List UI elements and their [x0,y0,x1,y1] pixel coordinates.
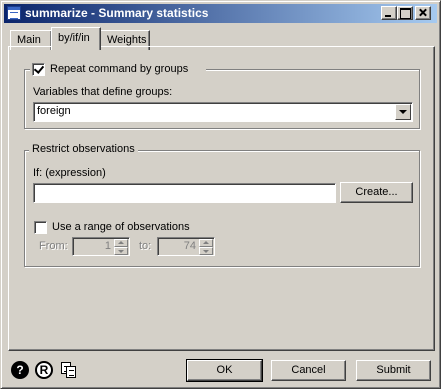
use-range-checkbox[interactable] [34,221,47,234]
spin-down-icon[interactable] [114,247,128,255]
help-icon[interactable]: ? [11,361,29,379]
app-icon [7,6,21,20]
title-bar[interactable]: summarize - Summary statistics [4,4,437,23]
reset-icon[interactable]: R [35,361,53,379]
create-button[interactable]: Create... [340,182,413,203]
to-value: 74 [183,240,196,252]
spin-up-icon[interactable] [199,239,213,247]
from-spin-buttons[interactable] [114,239,128,255]
if-expression-label: If: (expression) [33,167,106,179]
tab-by-if-in[interactable]: by/if/in [51,27,101,50]
close-button[interactable] [415,6,431,20]
use-range-label: Use a range of observations [52,221,190,233]
from-value: 1 [104,240,111,252]
dropdown-arrow-icon[interactable] [395,104,411,120]
variables-label: Variables that define groups: [33,86,173,98]
submit-button[interactable]: Submit [356,360,431,381]
to-label: to: [139,240,152,252]
tab-panel: Repeat command by groups Variables that … [8,46,435,351]
to-spin-buttons[interactable] [199,239,213,255]
by-groups-legend: Repeat command by groups [30,62,206,78]
ok-button[interactable]: OK [186,359,263,382]
copy-command-icon[interactable] [59,361,79,379]
repeat-by-groups-label: Repeat command by groups [50,63,189,75]
from-label: From: [39,240,68,252]
if-expression-input[interactable] [33,183,336,203]
window-title: summarize - Summary statistics [25,6,209,20]
spin-up-icon[interactable] [114,239,128,247]
group-variables-value: foreign [37,105,71,117]
spin-down-icon[interactable] [199,247,213,255]
copy-page-front-icon [66,366,76,378]
repeat-by-groups-checkbox[interactable] [32,63,45,76]
dialog-window: summarize - Summary statistics Main by/i… [0,0,441,389]
minimize-button[interactable] [381,6,397,20]
maximize-button[interactable] [397,6,413,20]
to-spinner[interactable]: 74 [157,237,215,256]
from-spinner[interactable]: 1 [72,237,130,256]
cancel-button[interactable]: Cancel [271,360,346,381]
group-variables-select[interactable]: foreign [33,102,413,122]
restrict-legend: Restrict observations [29,143,138,155]
